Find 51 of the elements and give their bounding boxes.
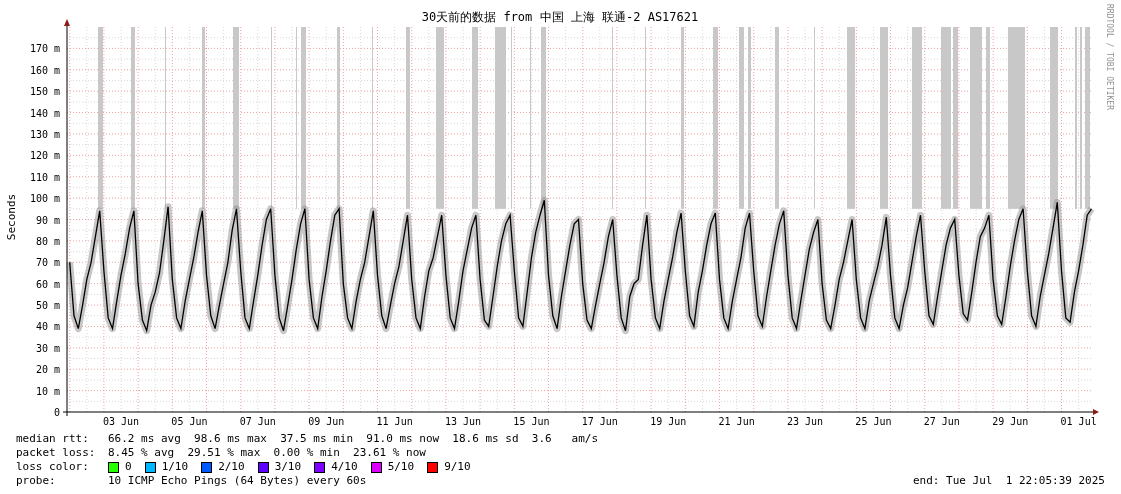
legend-label: median rtt: xyxy=(16,432,90,446)
x-tick-label: 09 Jun xyxy=(308,416,345,427)
swatch-label: 0 xyxy=(125,460,132,474)
y-tick-label: 40 m xyxy=(35,321,60,333)
axis-title: Seconds xyxy=(5,193,18,241)
x-tick-label: 03 Jun xyxy=(102,416,140,427)
x-tick-label: 01 Jul xyxy=(1060,416,1097,427)
x-tick-label: 23 Jun xyxy=(786,416,824,427)
y-tick-label: 140 m xyxy=(29,107,60,119)
probe-text: 10 ICMP Echo Pings (64 Bytes) every 60s xyxy=(108,474,367,488)
chart-title: 30天前的数据 from 中国 上海 联通-2 AS17621 xyxy=(421,10,699,24)
y-tick-label: 170 m xyxy=(29,43,60,55)
y-tick-label: 120 m xyxy=(29,150,60,162)
x-tick-label: 27 Jun xyxy=(923,416,960,427)
y-tick-label: 30 m xyxy=(35,342,60,354)
x-tick-label: 13 Jun xyxy=(444,416,482,427)
legend-label: packet loss: xyxy=(16,446,97,460)
y-tick-label: 90 m xyxy=(35,214,60,226)
end-time: end: Tue Jul 1 22:05:39 2025 xyxy=(912,474,1105,488)
x-tick-label: 11 Jun xyxy=(376,416,413,427)
x-tick-label: 25 Jun xyxy=(855,416,892,427)
swatch-label: 4/10 xyxy=(331,460,358,474)
legend-label: probe: xyxy=(16,474,57,488)
x-tick-label: 15 Jun xyxy=(513,416,550,427)
rtt-stats: 66.2 ms avg 98.6 ms max 37.5 ms min 91.0 ms now 18.6 ms sd 3.6 am/s xyxy=(108,432,599,446)
x-tick-label: 17 Jun xyxy=(581,416,618,427)
legend-label: loss color: xyxy=(16,460,90,474)
x-tick-label: 05 Jun xyxy=(171,416,208,427)
y-tick-label: 110 m xyxy=(29,171,60,183)
y-tick-label: 80 m xyxy=(35,235,60,247)
y-tick-label: 10 m xyxy=(35,385,60,397)
swatch-label: 2/10 xyxy=(218,460,245,474)
y-tick-label: 100 m xyxy=(29,193,60,205)
loss-stats: 8.45 % avg 29.51 % max 0.00 % min 23.61 % now xyxy=(108,446,426,460)
swatch-label: 3/10 xyxy=(274,460,302,474)
y-tick-label: 160 m xyxy=(29,64,60,76)
y-tick-label: 60 m xyxy=(35,278,60,290)
x-tick-label: 07 Jun xyxy=(239,416,276,427)
swatch-label: 5/10 xyxy=(387,460,415,474)
x-tick-label: 29 Jun xyxy=(992,416,1029,427)
y-tick-label: 50 m xyxy=(35,300,60,312)
swatch-label: 1/10 xyxy=(161,460,189,474)
y-tick-label: 70 m xyxy=(35,257,60,269)
y-tick-label: 20 m xyxy=(35,364,60,376)
x-tick-label: 19 Jun xyxy=(650,416,687,427)
y-tick-label: 130 m xyxy=(29,128,60,140)
y-tick-label: 150 m xyxy=(29,86,60,98)
y-tick-label: 0 xyxy=(53,407,60,418)
side-note: RRDTOOL / TOBI OETIKER xyxy=(1105,4,1114,110)
x-tick-label: 21 Jun xyxy=(718,416,755,427)
swatch-label: 9/10 xyxy=(444,460,471,474)
